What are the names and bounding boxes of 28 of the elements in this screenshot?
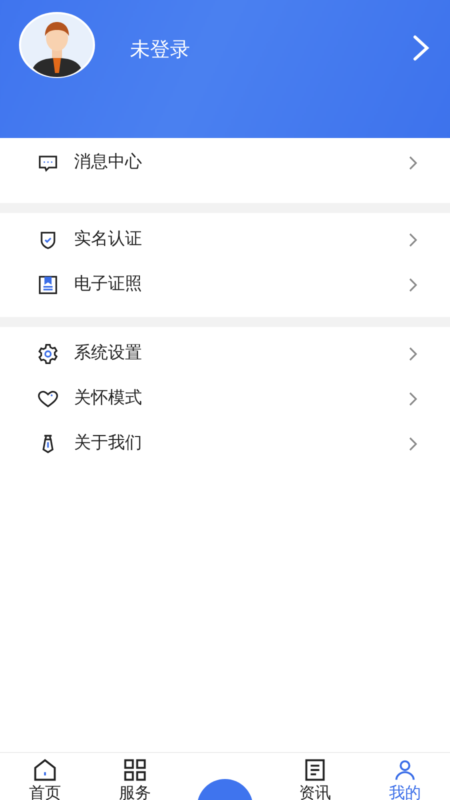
menu-label: 消息中心: [74, 150, 142, 174]
menu-label: 电子证照: [74, 272, 142, 296]
menu-item[interactable]: 关怀模式: [0, 376, 450, 421]
username: 未登录: [130, 36, 190, 63]
chevron-right-icon: [408, 392, 418, 406]
menu-label: 关怀模式: [74, 386, 142, 410]
home-icon: [32, 757, 58, 783]
profile-header[interactable]: 未登录: [0, 0, 450, 138]
chevron-right-icon: [408, 156, 418, 170]
chevron-right-icon: [408, 436, 418, 450]
chevron-right-icon: [408, 278, 418, 292]
menu-item[interactable]: 实名认证: [0, 217, 450, 262]
menu-label: 系统设置: [74, 342, 142, 365]
menu-item[interactable]: 电子证照: [0, 262, 450, 307]
grid-icon: [122, 757, 148, 783]
menu-label: 实名认证: [74, 228, 142, 251]
menu-item[interactable]: 系统设置: [0, 331, 450, 376]
chevron-right-icon: [408, 346, 418, 360]
menu-label: 关于我们: [74, 432, 142, 455]
menu-item[interactable]: 消息中心: [0, 140, 450, 185]
tab-item[interactable]: 我的: [360, 757, 450, 800]
tab-item[interactable]: 服务: [90, 757, 180, 800]
menu-item[interactable]: 关于我们: [0, 421, 450, 466]
tab-item[interactable]: 资讯: [270, 757, 360, 800]
chevron-right-icon: [408, 232, 418, 246]
document-icon: [37, 274, 59, 296]
settings-icon: [37, 342, 59, 364]
tab-item[interactable]: 首页: [0, 757, 90, 800]
